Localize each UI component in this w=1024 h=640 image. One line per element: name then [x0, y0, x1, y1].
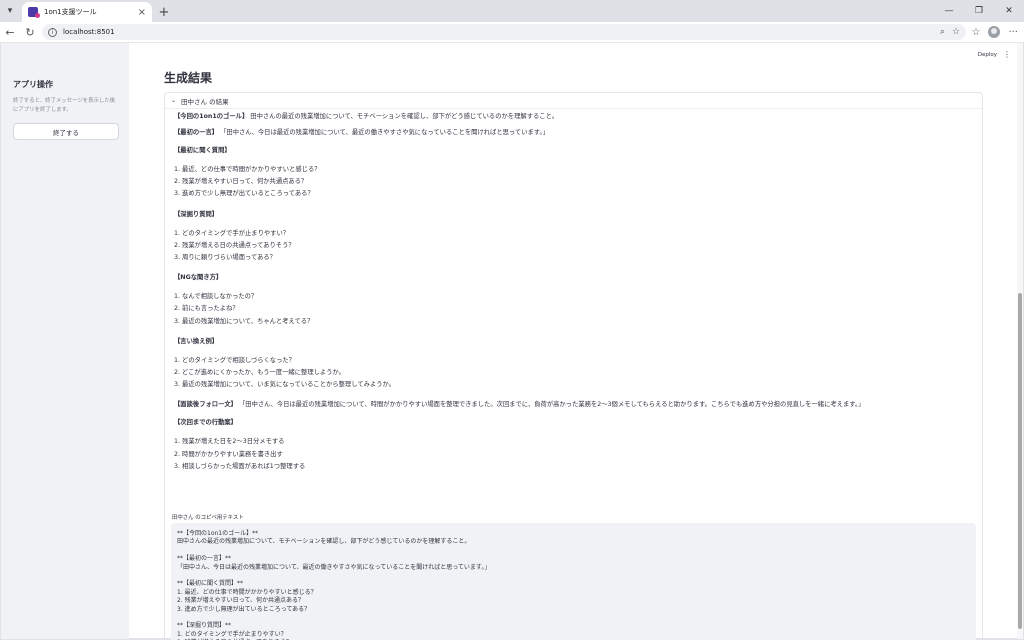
- first-words-text: 「田中さん、今日は最近の残業増加について、最近の働きやすさや気になっていることを…: [220, 129, 549, 136]
- list-item: 3. 最近の残業増加について、ちゃんと考えてる？: [174, 317, 314, 325]
- followup-paragraph: 【面談後フォロー文】 「田中さん、今日は最近の残業増加について、時間がかかりやす…: [174, 400, 974, 409]
- list-item: 3. 周りに頼りづらい場面ってある？: [174, 254, 276, 262]
- list-item: 3. 相談しづらかった場面があれば1つ整理する: [174, 462, 306, 470]
- chevron-down-icon: ⌄: [171, 97, 177, 104]
- followup-label: 【面談後フォロー文】: [174, 401, 237, 409]
- browser-tabbar: ▾ 1on1支援ツール × + — ❐ ✕: [0, 0, 1024, 22]
- rephrase-heading: 【言い換え例】: [174, 337, 219, 345]
- list-item: 1. どのタイミングで相談しづらくなった？: [174, 356, 295, 364]
- copy-textarea[interactable]: **【今回の1on1のゴール】** 田中さんの最近の残業増加について、モチベーシ…: [171, 523, 976, 640]
- reload-icon[interactable]: ↻: [20, 22, 40, 42]
- first-words-paragraph: 【最初の一言】 「田中さん、今日は最近の残業増加について、最近の働きやすさや気に…: [174, 128, 974, 137]
- window-controls: — ❐ ✕: [934, 0, 1024, 22]
- first-words-label: 【最初の一言】: [174, 129, 219, 136]
- restore-icon[interactable]: ❐: [964, 0, 994, 22]
- expander-title: 田中さん の結果: [181, 97, 229, 106]
- list-item: 2. 時間がかかりやすい業務を書き出す: [174, 450, 283, 458]
- app-viewport: アプリ操作 終了すると、終了メッセージを表示した後にアプリを終了します。 終了す…: [1, 42, 1023, 640]
- expander-header[interactable]: ⌄ 田中さん の結果: [165, 93, 982, 109]
- profile-avatar-icon[interactable]: [988, 26, 1001, 38]
- zoom-icon[interactable]: ⌕: [940, 27, 945, 37]
- deploy-button[interactable]: Deploy: [978, 52, 997, 58]
- ng-questions-heading: 【NGな聞き方】: [174, 274, 223, 282]
- goal-label: 【今回の1on1のゴール】: [174, 113, 249, 120]
- list-item: 2. どこが進めにくかったか、もう一度一緒に整理しようか。: [174, 369, 345, 377]
- first-questions-heading: 【最初に聞く質問】: [174, 147, 231, 154]
- list-item: 1. なんで相談しなかったの？: [174, 293, 258, 301]
- sidebar-description: 終了すると、終了メッセージを表示した後にアプリを終了します。: [13, 98, 116, 113]
- minimize-icon[interactable]: —: [934, 0, 964, 22]
- list-item: 2. 残業が増える日の共通点ってありそう？: [174, 241, 295, 249]
- result-content: 【今回の1on1のゴール】 田中さんの最近の残業増加について、モチベーションを確…: [174, 112, 974, 473]
- actions-list: 1. 残業が増えた日を2〜3日分メモする 2. 時間がかかりやすい業務を書き出す…: [174, 436, 974, 473]
- favorites-icon[interactable]: ☆: [971, 27, 980, 38]
- list-item: 2. 前にも言ったよね？: [174, 305, 239, 313]
- page-scrollbar[interactable]: [1017, 43, 1023, 639]
- copy-text[interactable]: **【今回の1on1のゴール】** 田中さんの最近の残業増加について、モチベーシ…: [171, 523, 976, 640]
- first-questions-list: 1. 最近、どの仕事で時間がかかりやすいと感じる？ 2. 残業が増えやすい日って…: [174, 164, 974, 201]
- tab-search-icon[interactable]: ▾: [0, 0, 20, 22]
- close-window-icon[interactable]: ✕: [994, 0, 1024, 22]
- scrollbar-thumb[interactable]: [1018, 293, 1022, 629]
- copy-text-label: 田中さん のコピペ用テキスト: [172, 515, 244, 521]
- tab-title: 1on1支援ツール: [44, 8, 97, 16]
- rephrase-list: 1. どのタイミングで相談しづらくなった？ 2. どこが進めにくかったか、もう一…: [174, 355, 974, 392]
- app-favicon-icon: [28, 7, 40, 18]
- followup-text: 「田中さん、今日は最近の残業増加について、時間がかかりやすい場面を整理できました…: [238, 401, 865, 409]
- list-item: 2. 残業が増えやすい日って、何か共通点ある？: [174, 178, 308, 186]
- list-item: 1. 残業が増えた日を2〜3日分メモする: [174, 438, 285, 446]
- site-info-icon[interactable]: i: [48, 27, 57, 37]
- tab-close-icon[interactable]: ×: [138, 7, 146, 18]
- deep-questions-list: 1. どのタイミングで手が止まりやすい？ 2. 残業が増える日の共通点ってありそ…: [174, 228, 974, 265]
- list-item: 1. どのタイミングで手が止まりやすい？: [174, 229, 290, 237]
- browser-menu-icon[interactable]: ···: [1008, 27, 1018, 38]
- sidebar: アプリ操作 終了すると、終了メッセージを表示した後にアプリを終了します。 終了す…: [1, 43, 129, 639]
- deep-questions-heading: 【深掘り質問】: [174, 210, 219, 218]
- goal-text: 田中さんの最近の残業増加について、モチベーションを確認し、部下がどう感じているの…: [250, 113, 559, 120]
- browser-toolbar: ← ↻ i localhost:8501 ⌕ ☆ ☆ ···: [0, 22, 1024, 42]
- actions-heading: 【次回までの行動案】: [174, 419, 237, 427]
- main-menu-icon[interactable]: ⋮: [1003, 50, 1011, 59]
- ng-questions-list: 1. なんで相談しなかったの？ 2. 前にも言ったよね？ 3. 最近の残業増加に…: [174, 291, 974, 328]
- page-title: 生成結果: [164, 71, 213, 85]
- address-bar[interactable]: i localhost:8501 ⌕ ☆: [42, 24, 966, 40]
- list-item: 3. 進め方で少し無理が出ているところってある？: [174, 190, 314, 198]
- list-item: 3. 最近の残業増加について、いま気になっていることから整理してみようか。: [174, 381, 395, 389]
- back-icon[interactable]: ←: [0, 22, 20, 42]
- goal-paragraph: 【今回の1on1のゴール】 田中さんの最近の残業増加について、モチベーションを確…: [174, 112, 974, 121]
- browser-tab[interactable]: 1on1支援ツール ×: [22, 2, 152, 22]
- url-text[interactable]: localhost:8501: [63, 28, 933, 36]
- list-item: 1. 最近、どの仕事で時間がかかりやすいと感じる？: [174, 166, 321, 173]
- new-tab-button[interactable]: +: [154, 2, 174, 22]
- bookmark-star-icon[interactable]: ☆: [952, 27, 960, 37]
- end-app-button[interactable]: 終了する: [13, 123, 119, 140]
- result-expander: ⌄ 田中さん の結果 【今回の1on1のゴール】 田中さんの最近の残業増加につい…: [164, 92, 983, 640]
- sidebar-title: アプリ操作: [13, 80, 53, 89]
